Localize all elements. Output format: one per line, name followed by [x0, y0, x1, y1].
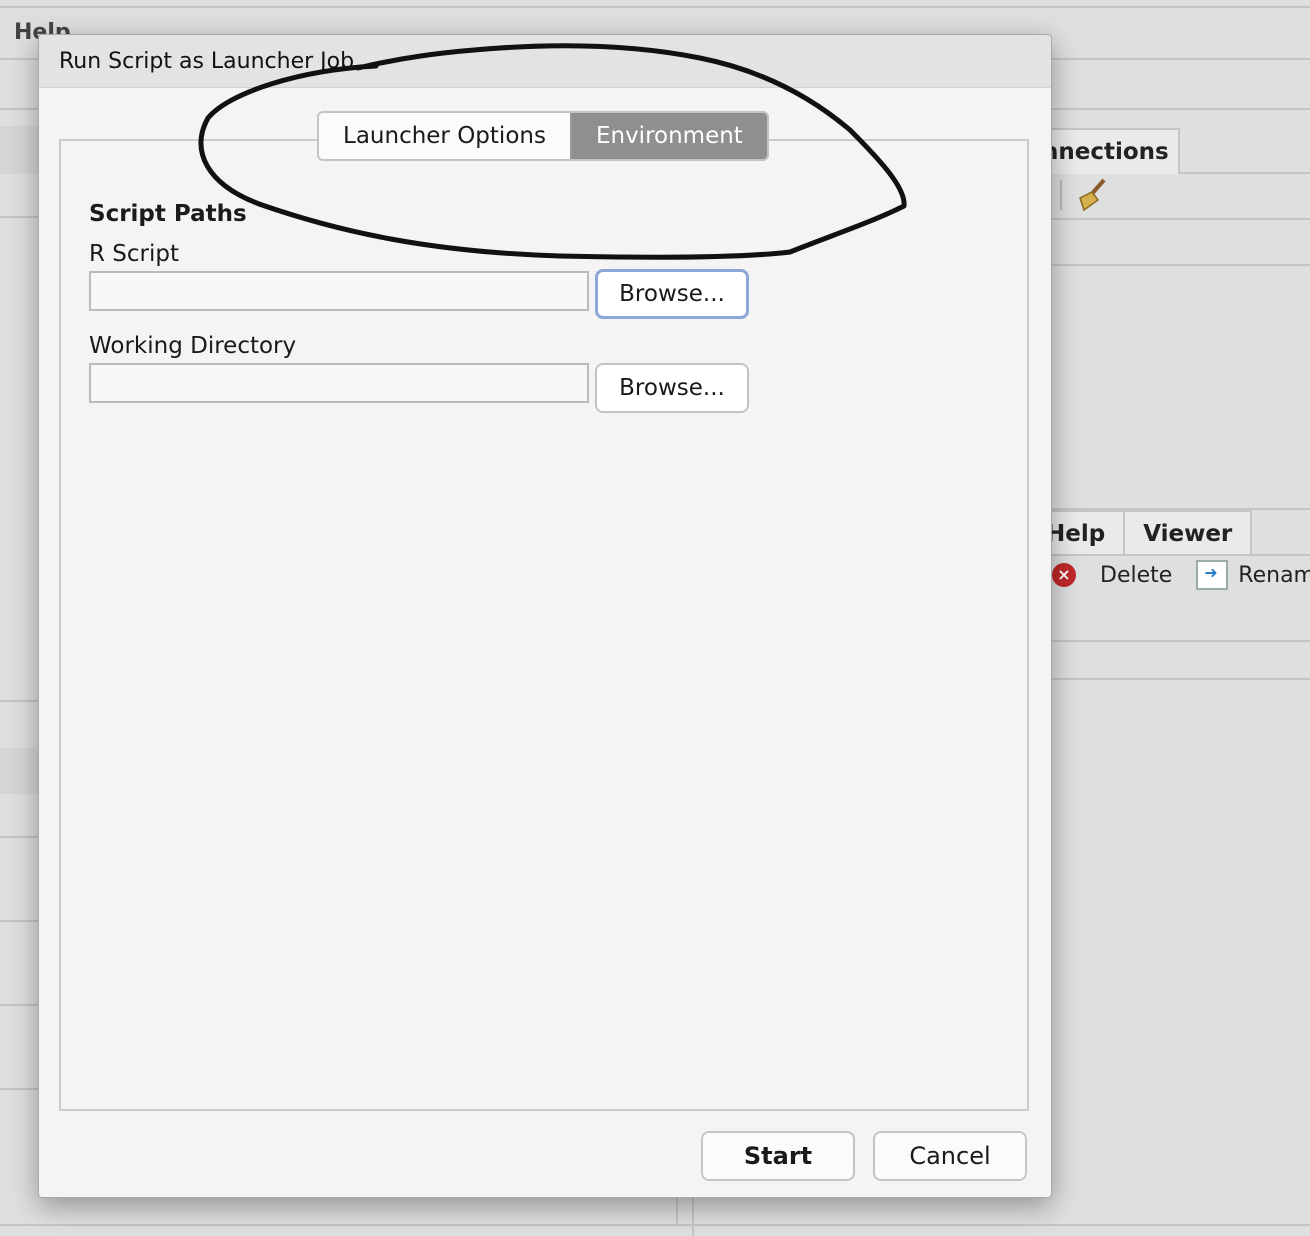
r-script-input[interactable] — [89, 271, 589, 311]
broom-icon[interactable] — [1074, 176, 1110, 212]
rename-button[interactable]: Rename — [1238, 563, 1310, 588]
bg-divider — [676, 1196, 678, 1226]
dialog-title: Run Script as Launcher Job — [59, 49, 355, 74]
bg-divider — [0, 920, 40, 922]
lower-pane-tabs: Help Viewer — [1040, 510, 1253, 556]
delete-button[interactable]: Delete — [1100, 563, 1172, 588]
r-script-browse-button[interactable]: Browse... — [595, 269, 749, 319]
tab-launcher-options[interactable]: Launcher Options — [319, 113, 570, 159]
files-toolbar: × Delete Rename — [1052, 560, 1310, 590]
bg-band — [0, 126, 40, 174]
bg-divider — [0, 1224, 1310, 1226]
tab-viewer[interactable]: Viewer — [1125, 510, 1253, 556]
bg-divider — [1040, 640, 1310, 642]
bg-divider — [0, 1088, 40, 1090]
bg-band — [0, 748, 40, 794]
bg-divider — [0, 700, 40, 702]
toolbar-separator — [1060, 180, 1062, 210]
tab-environment[interactable]: Environment — [569, 113, 767, 159]
working-directory-label: Working Directory — [89, 333, 297, 359]
bg-divider — [0, 836, 40, 838]
bg-divider — [692, 1196, 694, 1236]
bg-divider — [1040, 678, 1310, 680]
bg-divider — [0, 1004, 40, 1006]
tab-help[interactable]: Help — [1040, 510, 1126, 556]
dialog-tabs: Launcher Options Environment — [317, 111, 769, 161]
rename-icon[interactable] — [1196, 560, 1229, 590]
bg-divider — [0, 6, 1310, 8]
r-script-label: R Script — [89, 241, 180, 267]
start-button[interactable]: Start — [701, 1131, 855, 1181]
section-title: Script Paths — [89, 201, 247, 227]
launcher-job-dialog: Run Script as Launcher Job Launcher Opti… — [38, 34, 1052, 1198]
cancel-button[interactable]: Cancel — [873, 1131, 1027, 1181]
bg-divider — [0, 216, 40, 218]
bg-divider — [1040, 554, 1310, 556]
bg-divider — [1040, 218, 1310, 220]
tab-connections[interactable]: nnections — [1040, 128, 1180, 174]
working-directory-browse-button[interactable]: Browse... — [595, 363, 749, 413]
bg-divider — [1040, 264, 1310, 266]
working-directory-input[interactable] — [89, 363, 589, 403]
delete-icon[interactable]: × — [1052, 563, 1076, 587]
